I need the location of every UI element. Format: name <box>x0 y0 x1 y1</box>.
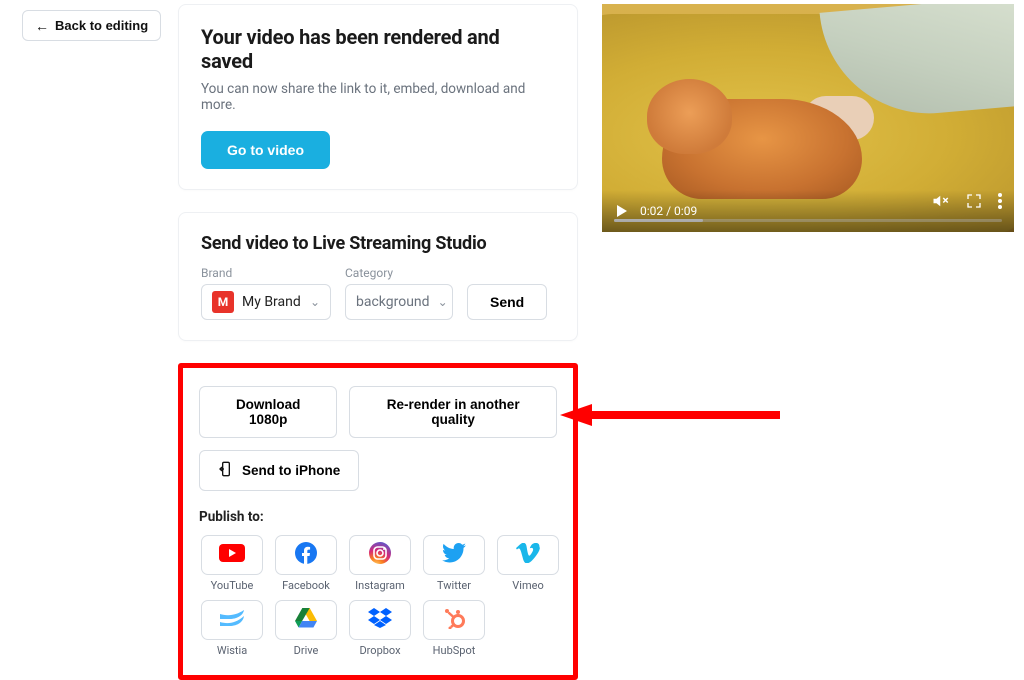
streaming-title: Send video to Live Streaming Studio <box>201 233 555 254</box>
publish-label: Facebook <box>282 579 330 592</box>
streaming-form: Brand M My Brand ⌄ Category background ⌄… <box>201 266 555 320</box>
publish-youtube[interactable] <box>201 535 263 575</box>
download-publish-card: Download 1080p Re-render in another qual… <box>178 363 578 680</box>
publish-label: Instagram <box>355 579 405 592</box>
category-select[interactable]: background ⌄ <box>345 284 453 320</box>
rerender-button-label: Re-render in another quality <box>368 397 538 427</box>
publish-label: YouTube <box>211 579 254 592</box>
publish-item: Vimeo <box>495 535 561 592</box>
send-button[interactable]: Send <box>467 284 547 320</box>
publish-label: Dropbox <box>359 644 400 657</box>
brand-value: My Brand <box>242 294 302 310</box>
brand-badge: M <box>212 291 234 313</box>
fullscreen-icon[interactable] <box>966 193 982 213</box>
left-column: Your video has been rendered and saved Y… <box>178 4 578 680</box>
back-to-editing-button[interactable]: ← Back to editing <box>22 10 161 41</box>
publish-item: Twitter <box>421 535 487 592</box>
download-button[interactable]: Download 1080p <box>199 386 337 438</box>
publish-item: Instagram <box>347 535 413 592</box>
streaming-card: Send video to Live Streaming Studio Bran… <box>178 212 578 341</box>
hubspot-icon <box>443 607 465 633</box>
rendered-card: Your video has been rendered and saved Y… <box>178 4 578 190</box>
more-options-icon[interactable] <box>998 193 1002 213</box>
publish-instagram[interactable] <box>349 535 411 575</box>
publish-item: HubSpot <box>421 600 487 657</box>
rendered-subtitle: You can now share the link to it, embed,… <box>201 81 555 113</box>
send-button-label: Send <box>490 294 524 310</box>
dropbox-icon <box>368 608 392 632</box>
volume-muted-icon[interactable] <box>932 192 950 214</box>
category-value: background <box>356 294 430 310</box>
instagram-icon <box>369 542 391 568</box>
brand-field-label: Brand <box>201 266 331 280</box>
publish-wistia[interactable] <box>201 600 263 640</box>
rerender-button[interactable]: Re-render in another quality <box>349 386 557 438</box>
wistia-icon <box>220 610 244 630</box>
arrow-left-icon: ← <box>35 19 49 33</box>
publish-facebook[interactable] <box>275 535 337 575</box>
phone-icon <box>218 461 234 480</box>
publish-label: HubSpot <box>433 644 476 657</box>
brand-field: Brand M My Brand ⌄ <box>201 266 331 320</box>
send-to-iphone-label: Send to iPhone <box>242 463 340 478</box>
video-preview[interactable]: 0:02 / 0:09 <box>602 4 1014 232</box>
category-field: Category background ⌄ <box>345 266 453 320</box>
category-field-label: Category <box>345 266 453 280</box>
video-time: 0:02 / 0:09 <box>640 204 697 218</box>
brand-select[interactable]: M My Brand ⌄ <box>201 284 331 320</box>
chevron-down-icon: ⌄ <box>310 295 320 309</box>
publish-vimeo[interactable] <box>497 535 559 575</box>
publish-item: Dropbox <box>347 600 413 657</box>
publish-label: Drive <box>294 644 319 657</box>
vimeo-icon <box>516 543 540 567</box>
download-button-label: Download 1080p <box>218 397 318 427</box>
publish-item: YouTube <box>199 535 265 592</box>
publish-label: Wistia <box>217 644 247 657</box>
go-to-video-button[interactable]: Go to video <box>201 131 330 169</box>
publish-drive[interactable] <box>275 600 337 640</box>
publish-label: Twitter <box>437 579 471 592</box>
publish-label: Vimeo <box>512 579 543 592</box>
back-button-label: Back to editing <box>55 18 148 33</box>
play-icon[interactable] <box>614 204 628 218</box>
facebook-icon <box>295 542 317 568</box>
youtube-icon <box>219 544 245 566</box>
publish-dropbox[interactable] <box>349 600 411 640</box>
publish-item: Facebook <box>273 535 339 592</box>
publish-hubspot[interactable] <box>423 600 485 640</box>
go-to-video-label: Go to video <box>227 142 304 158</box>
rendered-title: Your video has been rendered and saved <box>201 25 555 73</box>
send-to-iphone-button[interactable]: Send to iPhone <box>199 450 359 491</box>
annotation-arrow-icon <box>560 404 780 426</box>
google-drive-icon <box>295 608 317 632</box>
publish-item: Drive <box>273 600 339 657</box>
chevron-down-icon: ⌄ <box>438 295 448 309</box>
publish-grid: YouTube Facebook Instagram <box>199 535 557 657</box>
publish-item: Wistia <box>199 600 265 657</box>
publish-twitter[interactable] <box>423 535 485 575</box>
twitter-icon <box>442 543 466 567</box>
publish-to-label: Publish to: <box>199 509 557 525</box>
